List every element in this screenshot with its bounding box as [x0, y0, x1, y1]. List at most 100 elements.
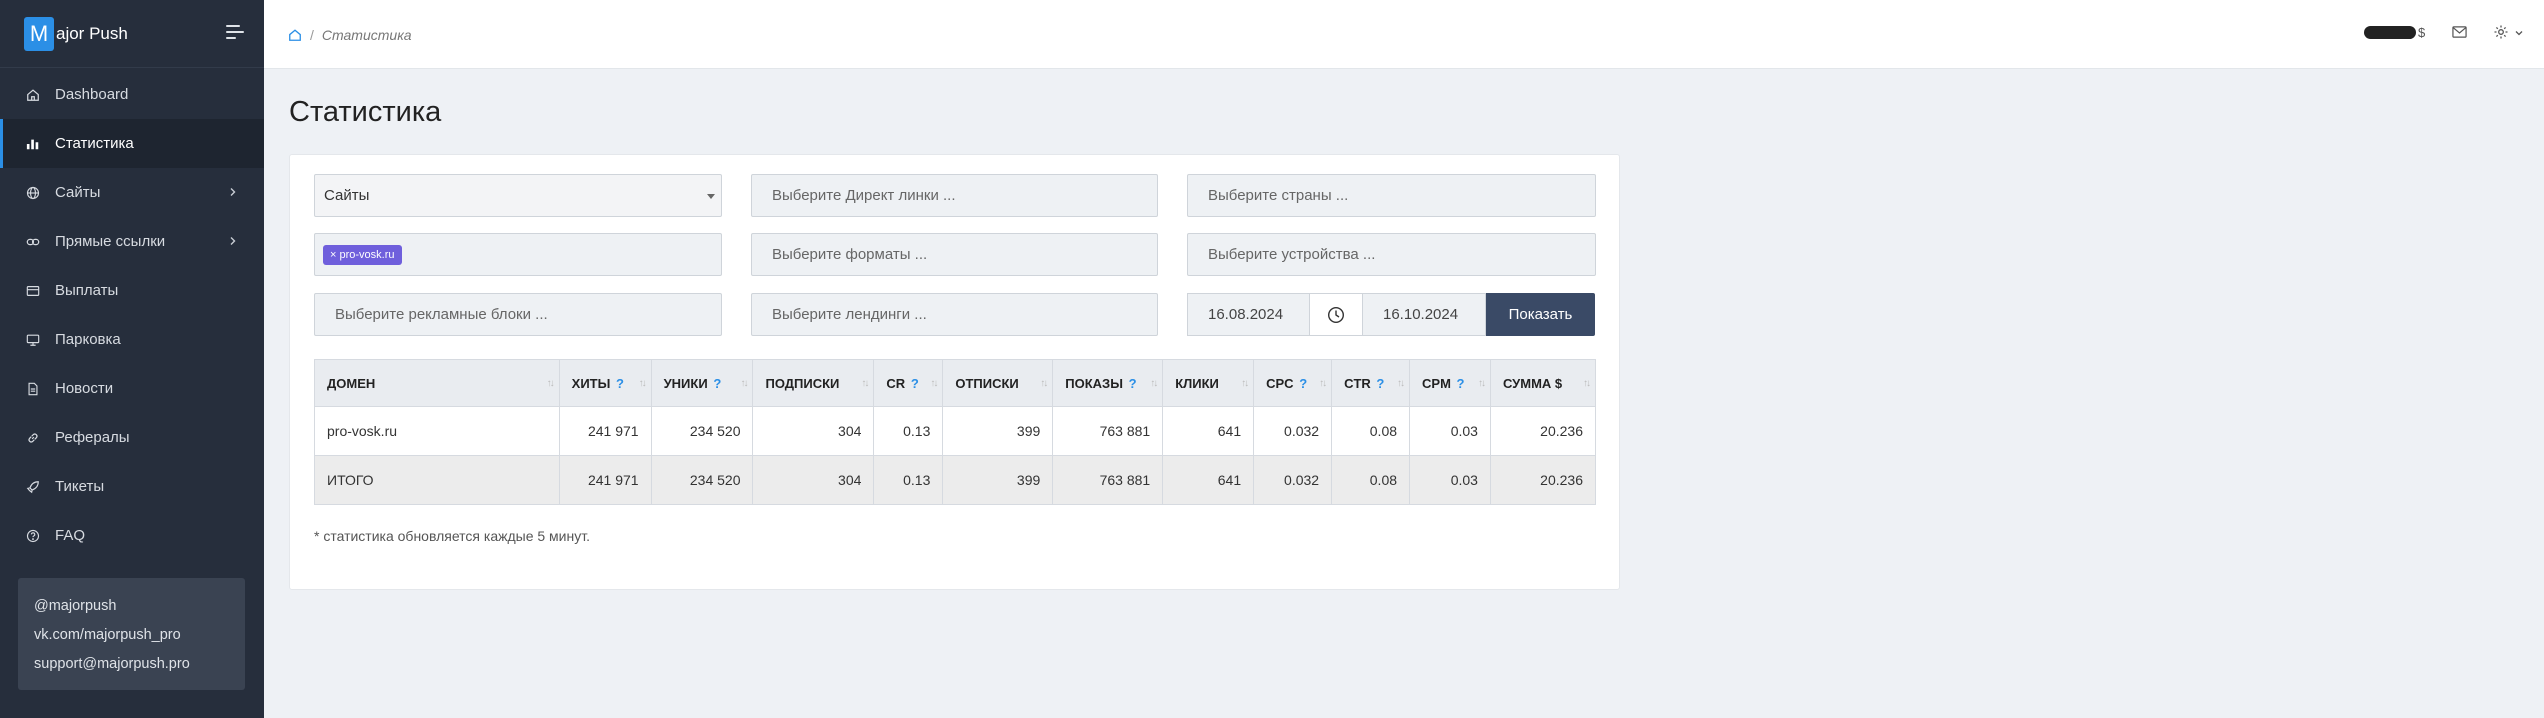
balance[interactable]: $ — [2364, 25, 2425, 40]
date-range-clock[interactable] — [1310, 293, 1362, 336]
sort-icon: ↑↓ — [1319, 378, 1327, 389]
chevron-right-icon — [230, 188, 236, 196]
sort-icon: ↑↓ — [638, 378, 647, 389]
column-header-cpc[interactable]: CPC ? ↑↓ — [1253, 359, 1333, 407]
selected-sites-input[interactable]: × pro-vosk.ru — [314, 233, 722, 276]
date-to-input[interactable]: 16.10.2024 — [1362, 293, 1486, 336]
menu-toggle-icon[interactable] — [226, 25, 244, 41]
show-button[interactable]: Показать — [1486, 293, 1595, 336]
sort-icon: ↑↓ — [740, 378, 748, 389]
cell-subscriptions: 304 — [752, 455, 875, 505]
header-label: ПОДПИСКИ — [765, 375, 840, 391]
sidebar-item-referrals[interactable]: Рефералы — [0, 413, 264, 462]
column-header-impressions[interactable]: ПОКАЗЫ ? ↑↓ — [1052, 359, 1164, 407]
sidebar-nav: Dashboard Статистика Сайты Прямые ссылки… — [0, 70, 264, 560]
globe-icon — [26, 186, 40, 200]
cell-sum: 20.236 — [1489, 406, 1597, 456]
update-note: * статистика обновляется каждые 5 минут. — [314, 528, 590, 544]
cell-clicks: 641 — [1162, 406, 1255, 456]
contact-telegram[interactable]: @majorpush — [34, 592, 229, 621]
contact-vk[interactable]: vk.com/majorpush_pro — [34, 621, 229, 650]
column-header-hits[interactable]: ХИТЫ ? ↑↓ — [558, 359, 652, 407]
home-icon[interactable] — [288, 28, 302, 42]
help-icon[interactable]: ? — [616, 376, 624, 391]
help-icon[interactable]: ? — [1129, 376, 1137, 391]
cell-hits: 241 971 — [558, 406, 652, 456]
sort-icon: ↑↓ — [930, 378, 938, 389]
direct-links-input[interactable]: Выберите Директ линки ... — [751, 174, 1158, 217]
header-label: ХИТЫ — [571, 375, 611, 391]
sidebar-item-direct-links[interactable]: Прямые ссылки — [0, 217, 264, 266]
sidebar-item-sites[interactable]: Сайты — [0, 168, 264, 217]
column-header-subscriptions[interactable]: ПОДПИСКИ ↑↓ — [752, 359, 875, 407]
contact-email[interactable]: support@majorpush.pro — [34, 650, 229, 679]
formats-input[interactable]: Выберите форматы ... — [751, 233, 1158, 276]
chain-icon — [26, 431, 40, 445]
header-label: ОТПИСКИ — [955, 375, 1019, 391]
column-header-cpm[interactable]: CPM ? ↑↓ — [1409, 359, 1491, 407]
sidebar-item-dashboard[interactable]: Dashboard — [0, 70, 264, 119]
column-header-domain[interactable]: ДОМЕН ↑↓ — [314, 359, 560, 407]
help-icon[interactable]: ? — [1457, 376, 1465, 391]
column-header-unsubscribes[interactable]: ОТПИСКИ ↑↓ — [942, 359, 1054, 407]
cell-unsubscribes: 399 — [942, 455, 1054, 505]
sidebar-item-label: Новости — [55, 380, 114, 397]
help-icon[interactable]: ? — [1376, 376, 1384, 391]
table-header-row: ДОМЕН ↑↓ ХИТЫ ? ↑↓ УНИКИ ? ↑↓ ПОДПИСКИ ↑↓ CR… — [314, 359, 1597, 407]
column-header-cr[interactable]: CR ? ↑↓ — [873, 359, 944, 407]
chevron-down-icon[interactable] — [2515, 30, 2523, 36]
landings-input[interactable]: Выберите лендинги ... — [751, 293, 1158, 336]
cell-cpc: 0.032 — [1253, 406, 1333, 456]
sidebar-item-news[interactable]: Новости — [0, 364, 264, 413]
breadcrumb-separator: / — [310, 27, 314, 43]
sidebar-item-label: Рефералы — [55, 429, 130, 446]
cell-impressions: 763 881 — [1052, 455, 1164, 505]
sidebar-item-parking[interactable]: Парковка — [0, 315, 264, 364]
sidebar-item-label: Сайты — [55, 184, 101, 201]
sort-icon: ↑↓ — [1477, 378, 1486, 389]
caret-down-icon — [707, 194, 715, 199]
header-label: УНИКИ — [663, 375, 708, 391]
chevron-right-icon — [230, 237, 236, 245]
mail-icon[interactable] — [2452, 25, 2467, 39]
sites-select[interactable]: Сайты — [314, 174, 722, 217]
column-header-ctr[interactable]: CTR ? ↑↓ — [1331, 359, 1411, 407]
document-icon — [26, 382, 40, 396]
help-icon[interactable]: ? — [1299, 376, 1307, 391]
devices-input[interactable]: Выберите устройства ... — [1187, 233, 1596, 276]
header-label: СУММА $ — [1502, 375, 1563, 391]
sort-icon: ↑↓ — [861, 378, 869, 389]
clock-icon — [1327, 306, 1345, 323]
column-header-clicks[interactable]: КЛИКИ ↑↓ — [1162, 359, 1255, 407]
sidebar-item-faq[interactable]: FAQ — [0, 511, 264, 560]
sidebar-item-label: FAQ — [55, 527, 86, 544]
sidebar-item-label: Прямые ссылки — [55, 233, 166, 250]
gear-icon[interactable] — [2493, 24, 2509, 40]
ad-blocks-input[interactable]: Выберите рекламные блоки ... — [314, 293, 722, 336]
sort-icon: ↑↓ — [546, 378, 555, 389]
countries-input[interactable]: Выберите страны ... — [1187, 174, 1596, 217]
header-label: CPC — [1266, 375, 1294, 391]
rocket-icon — [26, 480, 40, 494]
sidebar-item-tickets[interactable]: Тикеты — [0, 462, 264, 511]
cell-clicks: 641 — [1162, 455, 1255, 505]
site-tag[interactable]: × pro-vosk.ru — [323, 244, 402, 265]
wallet-icon — [26, 284, 40, 298]
sidebar-item-payouts[interactable]: Выплаты — [0, 266, 264, 315]
help-icon[interactable]: ? — [911, 376, 919, 391]
sort-icon: ↑↓ — [1040, 378, 1048, 389]
sites-select-value: Сайты — [324, 187, 370, 204]
cell-domain: pro-vosk.ru — [314, 406, 560, 456]
header-label: ПОКАЗЫ — [1065, 375, 1123, 391]
column-header-sum[interactable]: СУММА $ ↑↓ — [1489, 359, 1597, 407]
date-from-input[interactable]: 16.08.2024 — [1187, 293, 1310, 336]
cell-unsubscribes: 399 — [942, 406, 1054, 456]
sidebar-item-label: Dashboard — [55, 86, 129, 103]
cell-subscriptions: 304 — [752, 406, 875, 456]
column-header-uniques[interactable]: УНИКИ ? ↑↓ — [650, 359, 754, 407]
sidebar-item-statistics[interactable]: Статистика — [0, 119, 264, 168]
help-icon[interactable]: ? — [713, 376, 721, 391]
balance-currency: $ — [2418, 25, 2426, 40]
brand-logo: M — [24, 16, 54, 51]
brand[interactable]: M ajor Push — [0, 0, 264, 68]
